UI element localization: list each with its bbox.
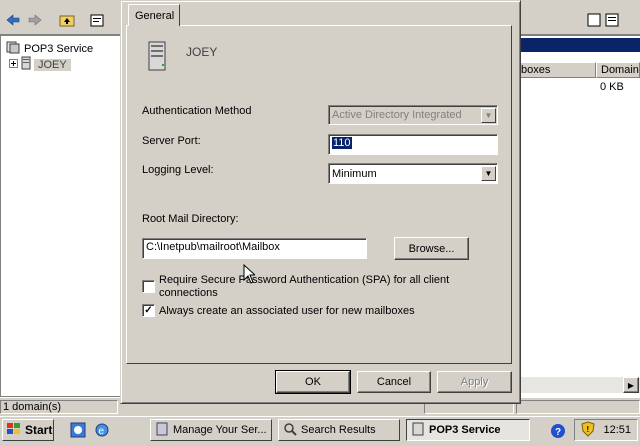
pop3-task-icon [411,422,425,439]
tree-label-pop3: POP3 Service [24,42,94,55]
svg-text:?: ? [555,427,561,438]
auth-method-value: Active Directory Integrated [332,109,462,121]
toolbar-window-icon[interactable] [586,11,602,29]
apply-button[interactable]: Apply [437,371,512,393]
ok-button[interactable]: OK [275,370,351,394]
windows-logo-icon [6,422,22,439]
server-group-icon [5,40,21,57]
start-button[interactable]: Start [2,419,54,441]
toolbar-list-icon[interactable] [604,11,620,29]
console-tree[interactable]: POP3 Service JOEY [0,35,121,397]
task-label-search: Search Results [301,424,376,436]
server-port-input[interactable]: 110 [328,134,498,155]
logging-level-value: Minimum [332,167,377,180]
logging-level-label: Logging Level: [142,164,214,176]
column-header-boxes[interactable]: boxes [516,62,596,78]
logging-level-select[interactable]: Minimum ▼ [328,163,498,184]
cancel-button[interactable]: Cancel [357,371,431,393]
server-port-label: Server Port: [142,135,201,147]
tree-item-pop3-service[interactable]: POP3 Service [5,40,93,57]
clock: 12:51 [603,424,631,436]
system-tray: ! 12:51 [574,419,638,441]
tree-label-joey: JOEY [34,58,71,71]
svg-text:!: ! [587,425,590,434]
horizontal-scrollbar[interactable] [516,377,640,393]
server-port-value: 110 [332,137,352,149]
svg-text:e: e [99,426,105,437]
spa-label-line1: Require Secure Password Authentication (… [159,274,450,286]
forward-arrow-icon[interactable] [26,11,44,29]
start-label: Start [25,423,53,437]
task-label-pop3: POP3 Service [429,424,501,436]
server-large-icon [146,40,168,75]
task-manage-server[interactable]: Manage Your Ser... [150,419,272,441]
auth-method-select[interactable]: Active Directory Integrated ▼ [328,105,498,125]
browse-button[interactable]: Browse... [394,237,469,260]
status-text: 1 domain(s) [0,400,118,414]
spa-label-line2: connections [159,287,218,299]
task-search-results[interactable]: Search Results [278,419,400,441]
logging-dropdown-icon[interactable]: ▼ [481,166,496,181]
back-arrow-icon[interactable] [4,11,22,29]
server-icon [21,56,31,73]
mouse-cursor-icon [243,263,257,287]
root-mail-dir-label: Root Mail Directory: [142,213,239,225]
spa-label[interactable]: Require Secure Password Authentication (… [159,274,449,300]
status-cell-3 [516,400,640,414]
quicklaunch-explorer-icon[interactable] [70,422,86,441]
expand-plus-icon[interactable] [9,58,18,71]
auth-dropdown-icon[interactable]: ▼ [481,107,496,123]
quicklaunch-ie-icon[interactable]: e [94,422,110,441]
server-name-label: JOEY [186,45,218,59]
column-header-domain[interactable]: Domain [596,62,640,78]
spa-checkbox[interactable] [142,280,155,293]
tree-item-joey[interactable]: JOEY [9,56,71,73]
details-header-bar [516,38,640,52]
auth-method-label: Authentication Method [142,105,252,117]
properties-icon[interactable] [88,11,106,29]
task-label-manage: Manage Your Ser... [173,424,267,436]
tab-general[interactable]: General [128,4,180,26]
list-cell-size: 0 KB [600,81,624,93]
root-mail-dir-input[interactable]: C:\Inetpub\mailroot\Mailbox [142,238,367,259]
search-icon [283,422,297,439]
security-shield-icon[interactable]: ! [581,420,596,440]
always-create-checkbox[interactable]: ✓ [142,304,155,317]
always-create-label[interactable]: Always create an associated user for new… [159,305,415,317]
server-manage-icon [155,422,169,439]
help-icon[interactable]: ? [550,423,566,442]
scroll-right-arrow-icon[interactable]: ▶ [623,377,639,393]
up-folder-icon[interactable] [58,11,76,29]
task-pop3-service[interactable]: POP3 Service [406,419,530,441]
